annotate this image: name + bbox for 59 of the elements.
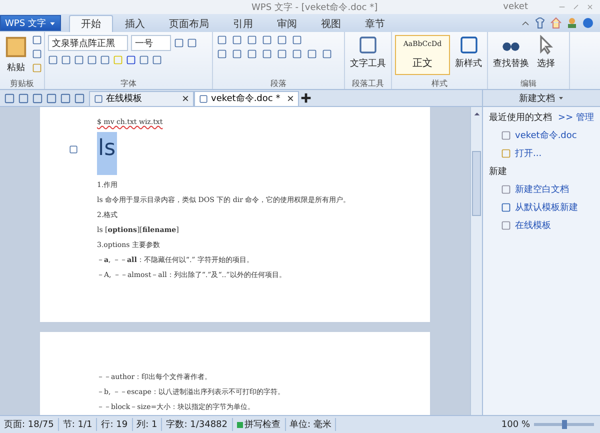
open-link[interactable]: 打开... bbox=[489, 147, 594, 160]
zoom-slider[interactable] bbox=[534, 423, 594, 426]
caret-icon[interactable] bbox=[48, 20, 56, 26]
close-icon[interactable] bbox=[182, 95, 189, 102]
ribbon-tab[interactable]: 插入 bbox=[112, 15, 157, 32]
status-item: 单位: 毫米 bbox=[286, 418, 336, 431]
new-document-link[interactable]: 新建空白文档 bbox=[489, 183, 594, 196]
font-name-field[interactable]: 文泉驿点阵正黑 bbox=[48, 35, 128, 51]
status-item: 行: 19 bbox=[97, 418, 133, 431]
status-item: 节: 1/1 bbox=[58, 418, 98, 431]
new-document-link[interactable]: 从默认模板新建 bbox=[489, 201, 594, 214]
ribbon-tab[interactable]: 引用 bbox=[220, 15, 265, 32]
collapse-icon[interactable] bbox=[521, 18, 530, 28]
group-label: 段落 bbox=[270, 78, 288, 89]
recent-file-link[interactable]: veket命令.doc bbox=[489, 129, 594, 142]
new-document-link[interactable]: 在线模板 bbox=[489, 219, 594, 232]
scrollbar-thumb[interactable] bbox=[472, 151, 481, 216]
zoom-label: 100 % bbox=[501, 420, 530, 430]
group-label: 段落工具 bbox=[351, 78, 385, 89]
status-item[interactable]: 拼写检查 bbox=[232, 418, 286, 431]
app-menu-button[interactable]: WPS 文字 bbox=[0, 15, 61, 31]
find-replace-button[interactable]: 查找替换 bbox=[491, 35, 531, 70]
font-size-field[interactable]: 一号 bbox=[131, 35, 171, 51]
maximize-icon[interactable] bbox=[572, 3, 580, 11]
paste-button[interactable]: 粘贴 bbox=[3, 35, 29, 74]
status-item: 字数: 1/34882 bbox=[162, 418, 233, 431]
style-name: 正文 bbox=[412, 56, 432, 70]
section-heading: 新建 bbox=[489, 166, 508, 178]
section-heading: 最近使用的文档 bbox=[489, 112, 552, 124]
arrow-up-icon[interactable] bbox=[472, 110, 480, 118]
heading-text: ls bbox=[97, 132, 117, 175]
group-label: 样式 bbox=[430, 78, 448, 89]
status-item: 列: 1 bbox=[132, 418, 162, 431]
zoom-thumb[interactable] bbox=[562, 420, 567, 429]
document-tab[interactable]: 在线模板 bbox=[89, 90, 194, 106]
home-icon[interactable] bbox=[550, 17, 562, 29]
status-item: 页面: 18/75 bbox=[0, 418, 59, 431]
window-name: veket bbox=[503, 2, 528, 12]
ribbon-tab[interactable]: 审阅 bbox=[264, 15, 309, 32]
group-label: 字体 bbox=[120, 78, 138, 89]
text-tools-button[interactable]: 文字工具 bbox=[348, 35, 388, 70]
select-button[interactable]: 选择 bbox=[534, 35, 558, 70]
ribbon-tab[interactable]: 页面布局 bbox=[156, 15, 221, 32]
group-label: 编辑 bbox=[520, 78, 538, 89]
new-style-button[interactable]: 新样式 bbox=[453, 35, 484, 70]
person-icon[interactable] bbox=[566, 17, 578, 29]
ribbon-tab[interactable]: 章节 bbox=[352, 15, 397, 32]
document-tab[interactable]: veket命令.doc * bbox=[194, 90, 299, 106]
shirt-icon[interactable] bbox=[534, 17, 546, 29]
manage-link[interactable]: >> 管理 bbox=[558, 111, 594, 124]
pane-title: 新建文档 bbox=[519, 92, 555, 104]
ribbon-tab[interactable]: 开始 bbox=[68, 15, 113, 32]
close-icon[interactable] bbox=[287, 95, 294, 102]
add-tab-icon[interactable] bbox=[299, 91, 313, 105]
ribbon-tab[interactable]: 视图 bbox=[308, 15, 353, 32]
window-title: WPS 文字 - [veket命令.doc *] bbox=[250, 2, 379, 14]
clipboard-icon[interactable] bbox=[5, 35, 27, 59]
caret-icon[interactable] bbox=[558, 95, 564, 101]
group-label: 剪贴板 bbox=[9, 78, 35, 89]
